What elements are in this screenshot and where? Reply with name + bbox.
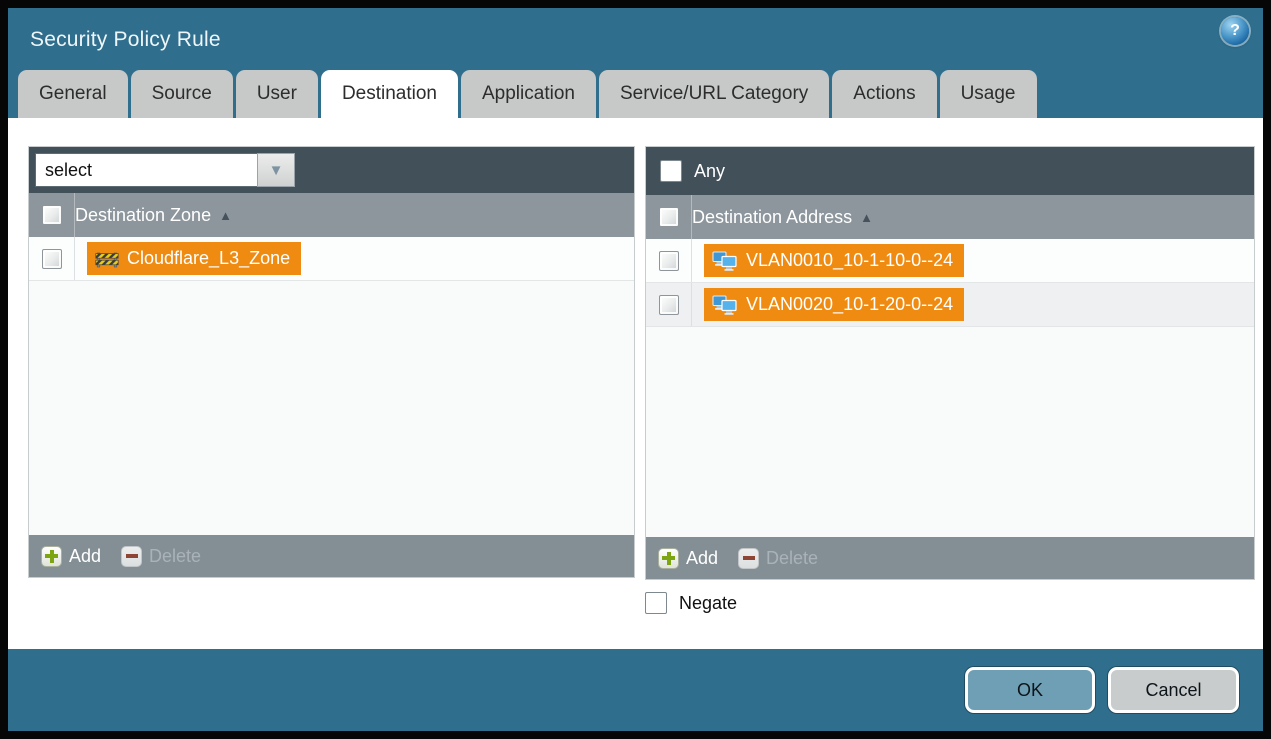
- minus-icon: [738, 548, 759, 569]
- address-column-header: Destination Address ▲: [646, 195, 1254, 239]
- sort-ascending-icon[interactable]: ▲: [860, 210, 873, 225]
- address-row-checkbox[interactable]: [659, 251, 679, 271]
- screen: Security Policy Rule ? General Source Us…: [0, 0, 1271, 739]
- address-row-checkbox[interactable]: [659, 295, 679, 315]
- zone-column-header: Destination Zone ▲: [29, 193, 634, 237]
- zone-toolbar: Add Delete: [29, 535, 634, 577]
- dialog-footer: OK Cancel: [8, 649, 1263, 731]
- tab-usage[interactable]: Usage: [940, 70, 1037, 118]
- negate-checkbox[interactable]: [645, 592, 667, 614]
- destination-zone-panel: ▼ Destination Zone ▲: [28, 146, 635, 578]
- zone-row-checkbox[interactable]: [42, 249, 62, 269]
- dialog-titlebar: Security Policy Rule ?: [8, 8, 1263, 70]
- address-name: VLAN0020_10-1-20-0--24: [746, 294, 953, 315]
- help-icon[interactable]: ?: [1221, 17, 1249, 45]
- sort-ascending-icon[interactable]: ▲: [219, 208, 232, 223]
- address-toolbar: Add Delete: [646, 537, 1254, 579]
- help-glyph: ?: [1230, 22, 1240, 40]
- security-policy-rule-dialog: Security Policy Rule ? General Source Us…: [8, 8, 1263, 731]
- chevron-down-icon: ▼: [269, 163, 284, 178]
- tab-general[interactable]: General: [18, 70, 128, 118]
- zone-icon: [95, 250, 119, 268]
- negate-row: Negate: [645, 592, 737, 614]
- address-chip[interactable]: VLAN0020_10-1-20-0--24: [704, 288, 964, 321]
- address-list: VLAN0010_10-1-10-0--24: [646, 239, 1254, 537]
- zone-select-combo: ▼: [35, 153, 295, 187]
- minus-icon: [121, 546, 142, 567]
- address-select-all-checkbox[interactable]: [659, 207, 679, 227]
- destination-address-panel: Any Destination Address ▲: [645, 146, 1255, 580]
- cancel-button[interactable]: Cancel: [1108, 667, 1239, 713]
- tab-service-url-category[interactable]: Service/URL Category: [599, 70, 829, 118]
- zone-panel-topbar: ▼: [29, 147, 634, 193]
- network-icon: [712, 295, 738, 315]
- zone-chip[interactable]: Cloudflare_L3_Zone: [87, 242, 301, 275]
- any-label: Any: [694, 161, 725, 182]
- zone-select-input[interactable]: [35, 153, 257, 187]
- tab-application[interactable]: Application: [461, 70, 596, 118]
- any-checkbox[interactable]: [660, 160, 682, 182]
- ok-button[interactable]: OK: [965, 667, 1095, 713]
- dialog-title: Security Policy Rule: [30, 28, 221, 52]
- zone-column-title[interactable]: Destination Zone: [75, 205, 211, 226]
- table-row[interactable]: Cloudflare_L3_Zone: [29, 237, 634, 281]
- delete-zone-button[interactable]: Delete: [121, 546, 201, 567]
- destination-tab-content: ▼ Destination Zone ▲: [8, 118, 1263, 649]
- tab-source[interactable]: Source: [131, 70, 233, 118]
- table-row[interactable]: VLAN0020_10-1-20-0--24: [646, 283, 1254, 327]
- plus-icon: [41, 546, 62, 567]
- add-zone-button[interactable]: Add: [41, 546, 101, 567]
- address-any-bar: Any: [646, 147, 1254, 195]
- delete-address-button[interactable]: Delete: [738, 548, 818, 569]
- network-icon: [712, 251, 738, 271]
- negate-label: Negate: [679, 593, 737, 614]
- add-address-button[interactable]: Add: [658, 548, 718, 569]
- tab-destination[interactable]: Destination: [321, 70, 458, 118]
- address-name: VLAN0010_10-1-10-0--24: [746, 250, 953, 271]
- zone-select-all-checkbox[interactable]: [42, 205, 62, 225]
- plus-icon: [658, 548, 679, 569]
- zone-select-dropdown-button[interactable]: ▼: [257, 153, 295, 187]
- tab-user[interactable]: User: [236, 70, 318, 118]
- table-row[interactable]: VLAN0010_10-1-10-0--24: [646, 239, 1254, 283]
- address-chip[interactable]: VLAN0010_10-1-10-0--24: [704, 244, 964, 277]
- zone-name: Cloudflare_L3_Zone: [127, 248, 290, 269]
- zone-list: Cloudflare_L3_Zone: [29, 237, 634, 535]
- address-column-title[interactable]: Destination Address: [692, 207, 852, 228]
- tab-strip: General Source User Destination Applicat…: [18, 70, 1037, 118]
- tab-actions[interactable]: Actions: [832, 70, 936, 118]
